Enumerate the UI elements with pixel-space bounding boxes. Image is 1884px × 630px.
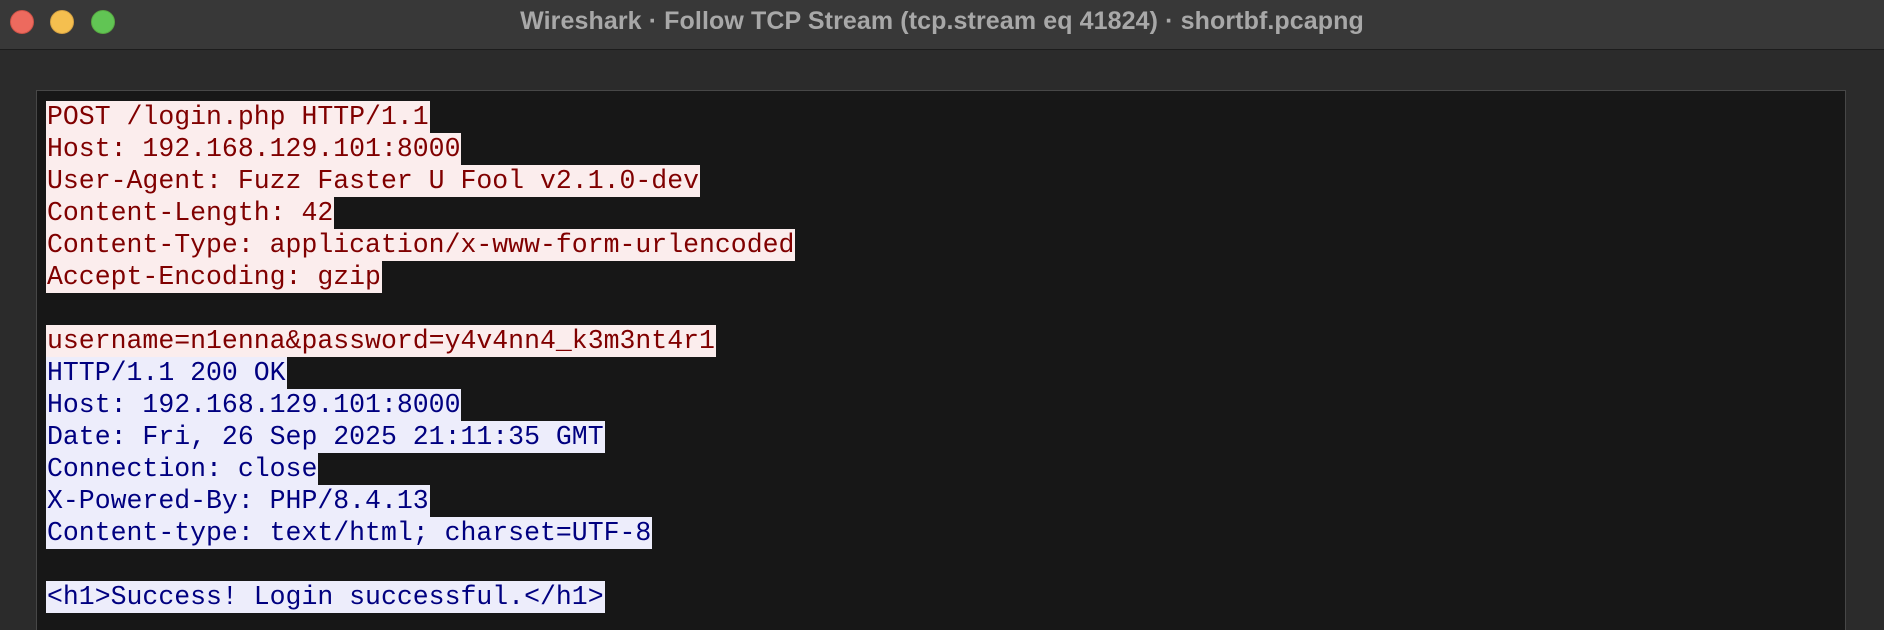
- server-line[interactable]: HTTP/1.1 200 OK: [46, 357, 795, 389]
- server-body-text: <h1>Success! Login successful.</h1>: [46, 581, 605, 613]
- client-line[interactable]: POST /login.php HTTP/1.1: [46, 101, 795, 133]
- client-line-text: Host: 192.168.129.101:8000: [46, 133, 462, 165]
- dialog-content: POST /login.php HTTP/1.1 Host: 192.168.1…: [0, 51, 1884, 630]
- server-line-text: HTTP/1.1 200 OK: [46, 357, 287, 389]
- client-line[interactable]: Host: 192.168.129.101:8000: [46, 133, 795, 165]
- client-line-text: User-Agent: Fuzz Faster U Fool v2.1.0-de…: [46, 165, 701, 197]
- stream-text[interactable]: POST /login.php HTTP/1.1 Host: 192.168.1…: [46, 101, 796, 613]
- server-line[interactable]: Connection: close: [46, 453, 795, 485]
- client-line[interactable]: Content-Length: 42: [46, 197, 795, 229]
- client-line[interactable]: username=n1enna&password=y4v4nn4_k3m3nt4…: [46, 325, 795, 357]
- client-line-text: POST /login.php HTTP/1.1: [46, 101, 430, 133]
- client-line-text: Content-Type: application/x-www-form-url…: [46, 229, 796, 261]
- server-line[interactable]: Content-type: text/html; charset=UTF-8: [46, 517, 795, 549]
- client-line[interactable]: User-Agent: Fuzz Faster U Fool v2.1.0-de…: [46, 165, 795, 197]
- server-line[interactable]: Date: Fri, 26 Sep 2025 21:11:35 GMT: [46, 421, 795, 453]
- server-line-text: Connection: close: [46, 453, 319, 485]
- wireshark-follow-stream-window: Wireshark · Follow TCP Stream (tcp.strea…: [0, 0, 1884, 630]
- server-line-text: Date: Fri, 26 Sep 2025 21:11:35 GMT: [46, 421, 605, 453]
- client-line-text: Content-Length: 42: [46, 197, 335, 229]
- server-line[interactable]: <h1>Success! Login successful.</h1>: [46, 581, 795, 613]
- client-line-text: Accept-Encoding: gzip: [46, 261, 382, 293]
- client-blank-line: [46, 293, 795, 325]
- window-title: Wireshark · Follow TCP Stream (tcp.strea…: [520, 7, 1364, 35]
- server-blank-line: [46, 549, 795, 581]
- server-line-text: X-Powered-By: PHP/8.4.13: [46, 485, 430, 517]
- client-body-text: username=n1enna&password=y4v4nn4_k3m3nt4…: [46, 325, 716, 357]
- client-line[interactable]: Accept-Encoding: gzip: [46, 261, 795, 293]
- server-line-text: Host: 192.168.129.101:8000: [46, 389, 462, 421]
- title-bar[interactable]: Wireshark · Follow TCP Stream (tcp.strea…: [0, 0, 1884, 50]
- server-line[interactable]: X-Powered-By: PHP/8.4.13: [46, 485, 795, 517]
- stream-content-pane[interactable]: POST /login.php HTTP/1.1 Host: 192.168.1…: [36, 90, 1846, 630]
- server-line-text: Content-type: text/html; charset=UTF-8: [46, 517, 653, 549]
- server-line[interactable]: Host: 192.168.129.101:8000: [46, 389, 795, 421]
- client-line[interactable]: Content-Type: application/x-www-form-url…: [46, 229, 796, 261]
